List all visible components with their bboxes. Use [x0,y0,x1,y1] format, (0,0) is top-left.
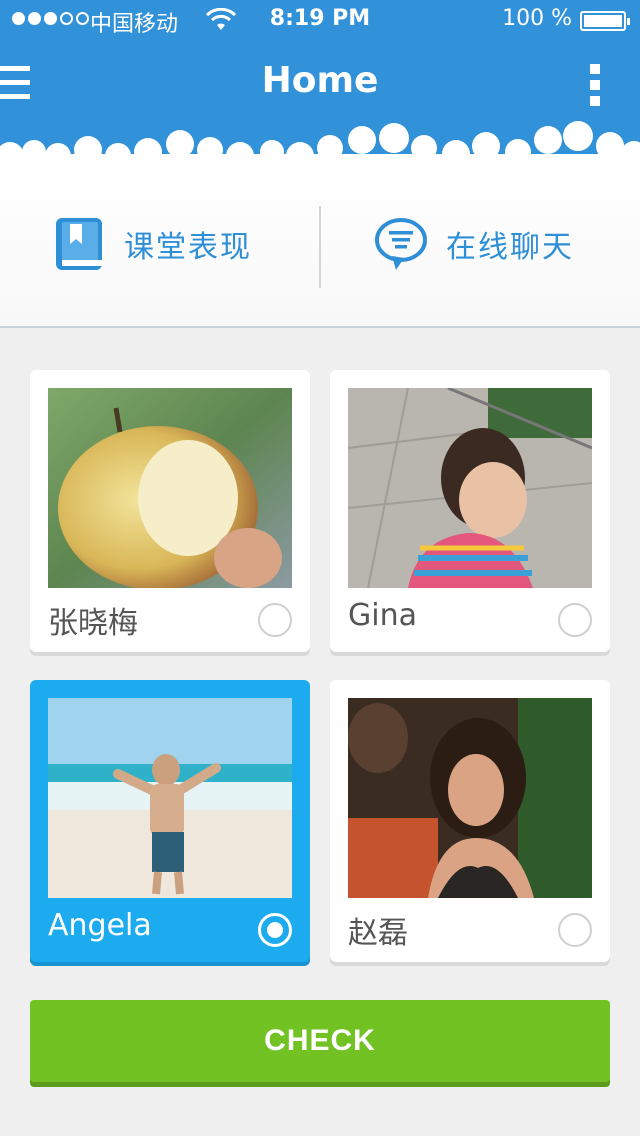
student-card-selected[interactable]: Angela [30,680,310,962]
student-card[interactable]: 赵磊 [330,680,610,962]
select-radio[interactable] [558,603,592,637]
chat-bubble-icon [375,218,427,270]
bitten-apple-photo [48,388,292,588]
page-title: Home [261,60,379,101]
tab-divider [319,206,321,288]
header: 中国移动 8:19 PM 100 % Home [0,0,640,160]
student-card[interactable]: 张晓梅 [30,370,310,652]
cloud-decoration [0,121,640,160]
girl-photo [348,388,592,588]
tab-label: 在线聊天 [446,230,574,265]
boy-on-beach-photo [48,698,292,898]
battery-percentage: 100 % [502,6,572,31]
student-card[interactable]: Gina [330,370,610,652]
status-bar: 中国移动 8:19 PM 100 % [0,0,640,40]
student-name: Angela [48,908,152,943]
select-radio[interactable] [258,913,292,947]
student-name: 赵磊 [348,916,408,951]
check-button[interactable]: CHECK [30,1000,610,1082]
battery-icon [580,11,630,31]
tab-class-performance[interactable]: 课堂表现 [54,160,252,328]
tab-online-chat[interactable]: 在线聊天 [374,160,574,328]
select-radio[interactable] [258,603,292,637]
student-name: Gina [348,598,417,633]
book-icon [56,218,102,270]
tab-label: 课堂表现 [124,230,252,265]
smiling-woman-photo [348,698,592,898]
student-name: 张晓梅 [48,606,138,641]
select-radio[interactable] [558,913,592,947]
vertical-dots-icon[interactable] [590,64,602,106]
